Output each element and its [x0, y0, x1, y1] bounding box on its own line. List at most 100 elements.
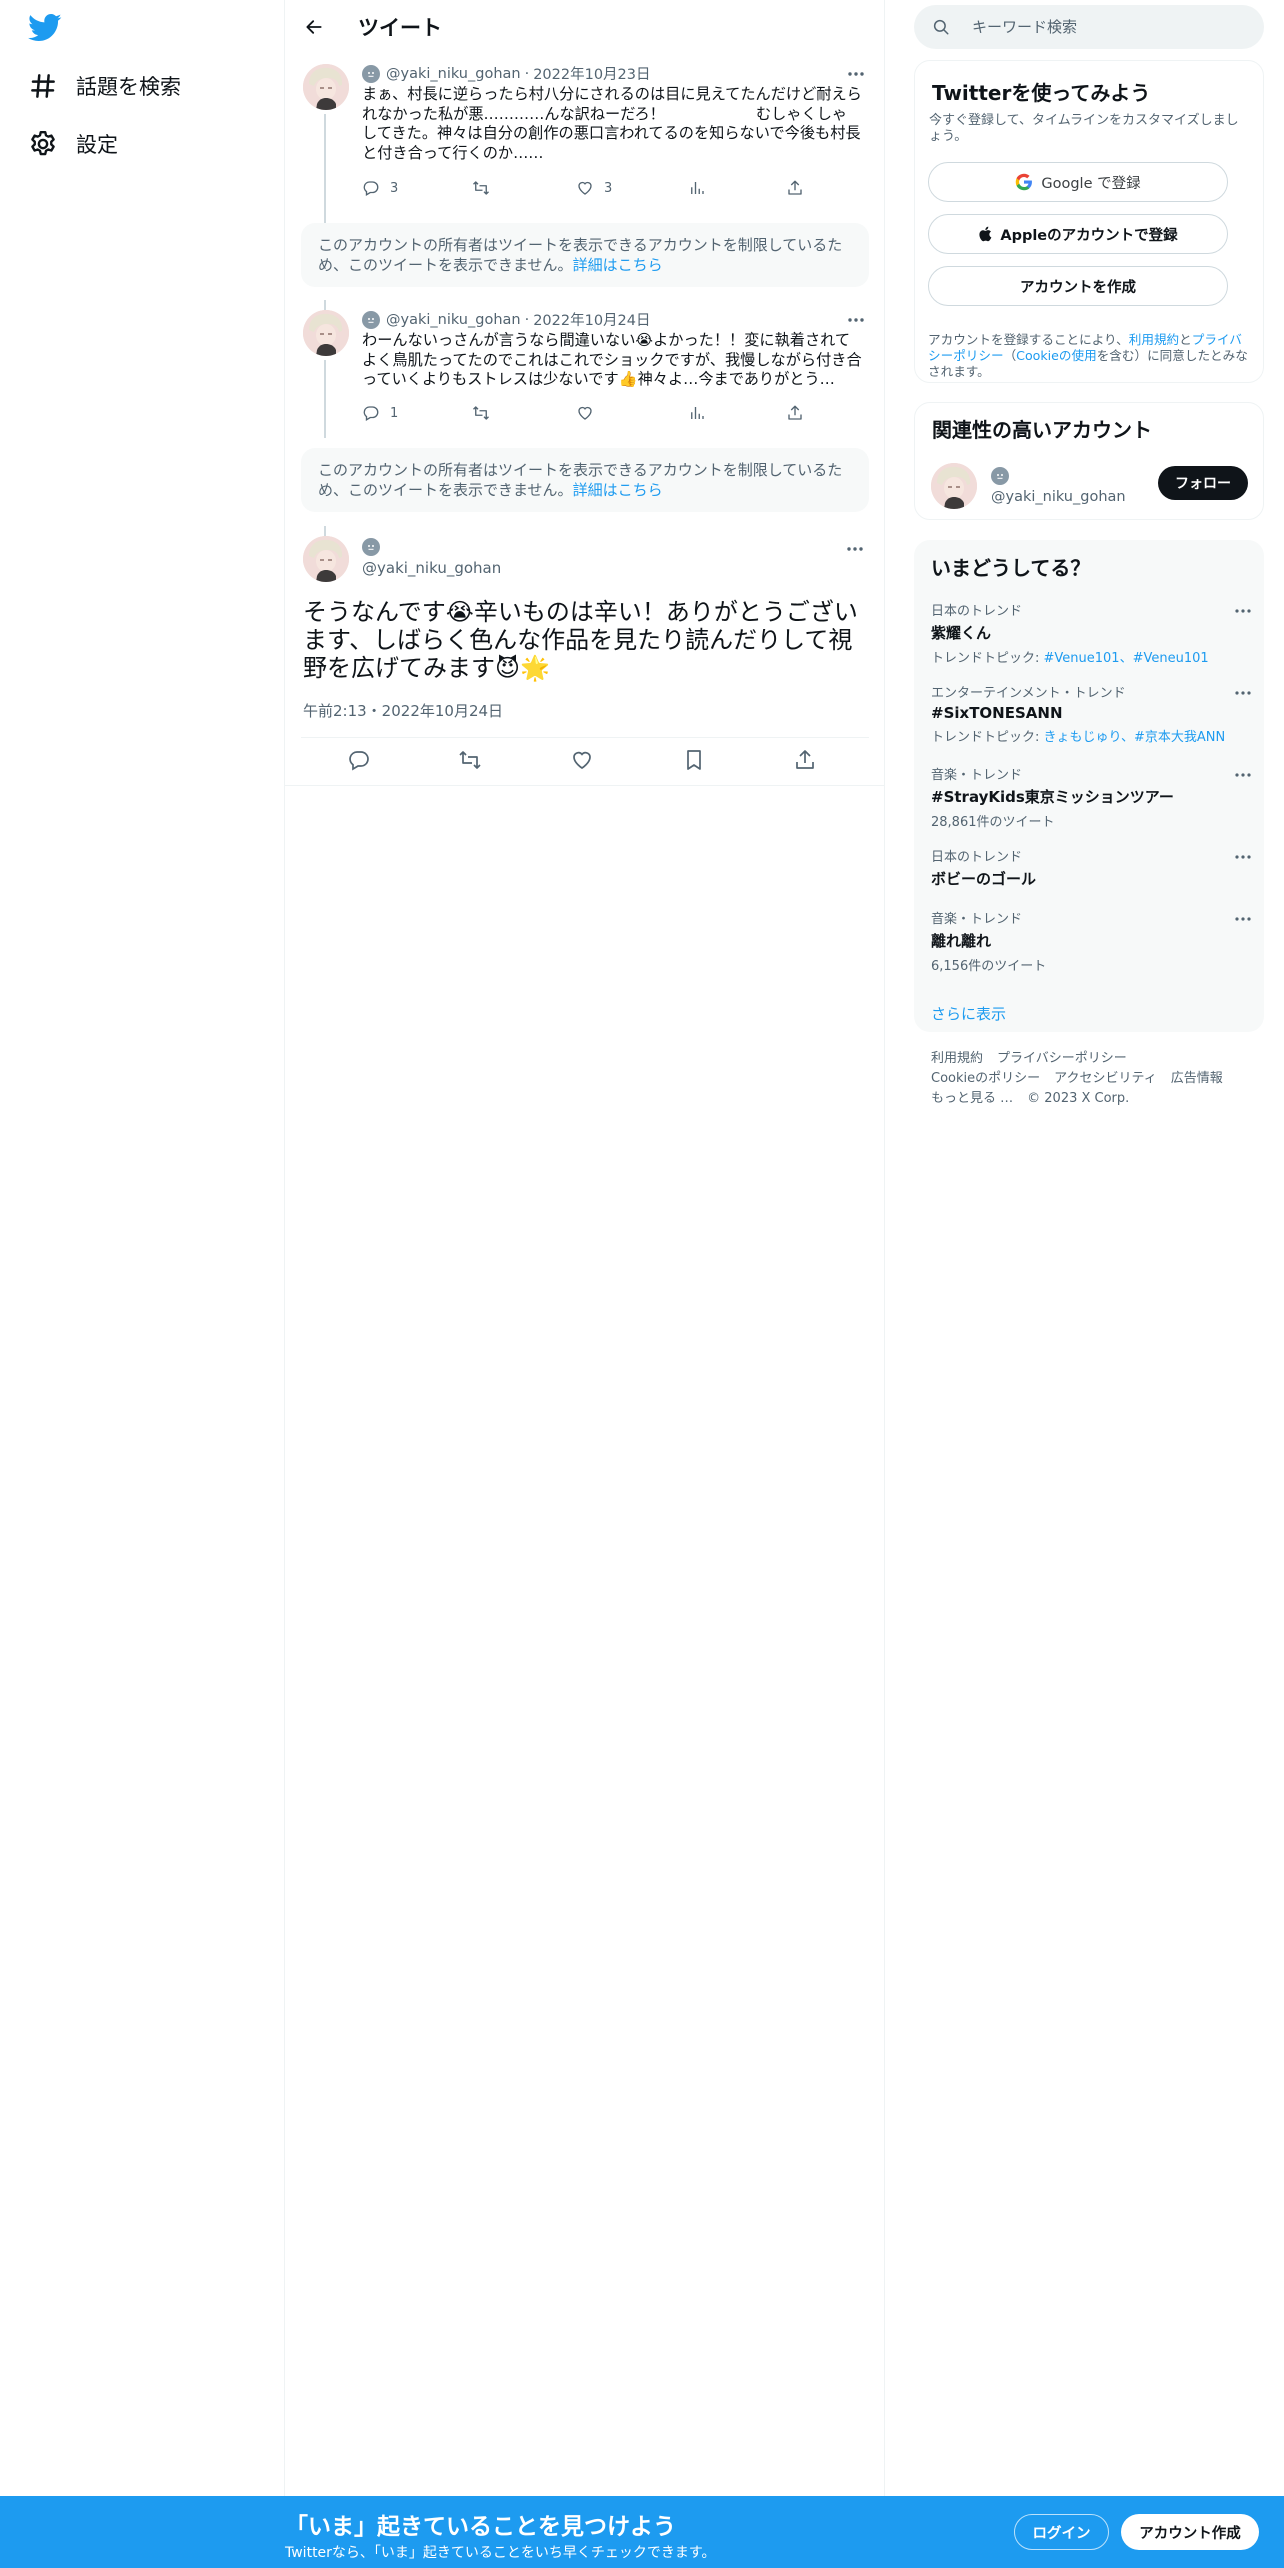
retweet-button[interactable]	[472, 179, 500, 197]
reply-icon	[363, 406, 379, 421]
reply-button[interactable]: 3	[362, 179, 398, 197]
focus-user-name[interactable]	[362, 538, 386, 556]
footer-link[interactable]: プライバシーポリシー	[997, 1051, 1127, 1066]
trend-sub-prefix: トレンドトピック:	[931, 730, 1044, 745]
create-account-button[interactable]: アカウントを作成	[928, 266, 1228, 306]
trend-item[interactable]: 日本のトレンド 紫耀くん トレンドトピック: #Venue101、#Veneu1…	[931, 600, 1251, 666]
login-button[interactable]: ログイン	[1014, 2514, 1109, 2550]
terms-link[interactable]: 利用規約	[1129, 332, 1179, 347]
like-button[interactable]: 3	[576, 179, 612, 197]
share-button[interactable]	[786, 404, 814, 422]
trend-context: 音楽・トレンド	[931, 912, 1023, 927]
search-input[interactable]	[972, 18, 1242, 36]
trend-context: 音楽・トレンド	[931, 768, 1023, 783]
ellipsis-icon	[847, 547, 863, 551]
bottom-signup-bar: 「いま」起きていることを見つけよう Twitterなら、「いま」起きていることを…	[0, 2496, 1284, 2568]
ellipsis-icon[interactable]	[1233, 850, 1253, 864]
signup-card: Twitterを使ってみよう 今すぐ登録して、タイムラインをカスタマイズしましょ…	[914, 60, 1264, 383]
follow-button[interactable]: フォロー	[1158, 466, 1248, 500]
focus-timestamp[interactable]: 午前2:13・2022年10月24日	[303, 700, 503, 721]
footer-link[interactable]: アクセシビリティ	[1054, 1071, 1157, 1086]
tweet-date[interactable]: 2022年10月24日	[533, 309, 650, 330]
footer-link[interactable]: もっと見る …	[931, 1091, 1013, 1106]
trend-name: #SixTONESANN	[931, 704, 1063, 722]
views-button[interactable]	[688, 404, 716, 422]
retweet-button[interactable]	[472, 404, 500, 422]
tweet-text: まぁ、村長に逆らったら村八分にされるのは目に見えてたんだけど耐えられなかった私が…	[362, 85, 862, 162]
reply-button[interactable]: 1	[362, 404, 398, 422]
trend-item[interactable]: エンターテインメント・トレンド #SixTONESANN トレンドトピック: き…	[931, 682, 1251, 745]
retweet-button[interactable]	[458, 748, 482, 772]
footer-links: 利用規約 プライバシーポリシー Cookieのポリシー アクセシビリティ 広告情報 も…	[931, 1049, 1261, 1109]
avatar[interactable]	[303, 536, 349, 582]
twitter-logo-icon[interactable]	[28, 13, 62, 43]
like-button[interactable]	[576, 404, 604, 422]
trend-tags[interactable]: #Venue101、#Veneu101	[1044, 651, 1209, 666]
nav-settings[interactable]: 設定	[28, 124, 118, 164]
tweet-handle[interactable]: @yaki_niku_gohan	[386, 312, 521, 328]
page-title: ツイート	[358, 16, 442, 40]
bottom-bar-title: 「いま」起きていることを見つけよう	[285, 2514, 676, 2540]
avatar[interactable]	[303, 64, 349, 110]
cookie-link[interactable]: Cookieの使用	[1016, 348, 1097, 363]
tweet-actions: 3 3	[362, 179, 802, 201]
tweet-meta: @yaki_niku_gohan · 2022年10月23日	[362, 63, 651, 84]
tweet-2[interactable]: @yaki_niku_gohan · 2022年10月24日 わーんないっさんが…	[285, 300, 885, 438]
show-more-link[interactable]: さらに表示	[931, 1003, 1006, 1024]
search-box[interactable]	[914, 5, 1264, 49]
back-button[interactable]	[297, 10, 331, 44]
like-count: 3	[604, 180, 613, 196]
heart-icon	[578, 181, 592, 195]
ellipsis-icon[interactable]	[1233, 604, 1253, 618]
more-options-button[interactable]	[845, 65, 867, 83]
hashtag-icon	[28, 71, 58, 101]
notice-link[interactable]: 詳細はこちら	[573, 481, 663, 499]
footer-link[interactable]: Cookieのポリシー	[931, 1071, 1040, 1086]
tweet-handle[interactable]: @yaki_niku_gohan	[386, 66, 521, 82]
reply-button[interactable]	[347, 748, 371, 772]
trend-item[interactable]: 音楽・トレンド #StrayKids東京ミッションツアー 28,861件のツイー…	[931, 764, 1251, 830]
share-button[interactable]	[793, 748, 817, 772]
trend-sub: 6,156件のツイート	[931, 959, 1047, 974]
like-button[interactable]	[570, 748, 594, 772]
trend-tags[interactable]: きょもじゅり、#京本大我ANN	[1044, 730, 1226, 745]
google-signup-button[interactable]: Google で登録	[928, 162, 1228, 202]
tweet-date[interactable]: 2022年10月23日	[533, 63, 650, 84]
share-button[interactable]	[786, 179, 814, 197]
views-button[interactable]	[688, 179, 716, 197]
trend-item[interactable]: 日本のトレンド ボビーのゴール	[931, 846, 1251, 889]
nav-explore-label: 話題を検索	[76, 75, 181, 99]
thread-line	[324, 300, 326, 310]
related-title: 関連性の高いアカウント	[932, 418, 1152, 442]
trend-sub: トレンドトピック: #Venue101、#Veneu101	[931, 647, 1251, 666]
avatar[interactable]	[931, 463, 977, 509]
focus-handle[interactable]: @yaki_niku_gohan	[362, 559, 501, 577]
ellipsis-icon[interactable]	[1233, 768, 1253, 782]
tweet-actions: 1	[362, 404, 802, 426]
tweet-1[interactable]: @yaki_niku_gohan · 2022年10月23日 まぁ、村長に逆らっ…	[285, 62, 885, 224]
footer-link[interactable]: 利用規約	[931, 1051, 983, 1066]
ellipsis-icon[interactable]	[1233, 686, 1253, 700]
signup-button[interactable]: アカウント作成	[1121, 2514, 1259, 2550]
trend-item[interactable]: 音楽・トレンド 離れ離れ 6,156件のツイート	[931, 908, 1251, 974]
ellipsis-icon[interactable]	[1233, 912, 1253, 926]
trend-name: 紫耀くん	[931, 624, 992, 642]
share-icon	[788, 180, 802, 195]
trend-context: 日本のトレンド	[931, 850, 1023, 865]
nav-explore[interactable]: 話題を検索	[28, 66, 181, 106]
trend-name: 離れ離れ	[931, 932, 992, 950]
more-options-button[interactable]	[845, 311, 867, 329]
heart-icon	[578, 406, 592, 420]
footer-link[interactable]: 広告情報	[1171, 1071, 1223, 1086]
notice-link[interactable]: 詳細はこちら	[573, 256, 663, 274]
thread-line	[324, 526, 326, 536]
bookmark-button[interactable]	[682, 748, 706, 772]
avatar[interactable]	[303, 310, 349, 356]
create-account-label: アカウントを作成	[1020, 279, 1136, 296]
more-options-button[interactable]	[844, 540, 866, 558]
nav-settings-label: 設定	[76, 133, 118, 157]
apple-icon	[979, 226, 992, 242]
apple-signup-button[interactable]: Appleのアカウントで登録	[928, 214, 1228, 254]
related-handle[interactable]: @yaki_niku_gohan	[991, 489, 1126, 505]
signup-card-title: Twitterを使ってみよう	[932, 81, 1151, 105]
